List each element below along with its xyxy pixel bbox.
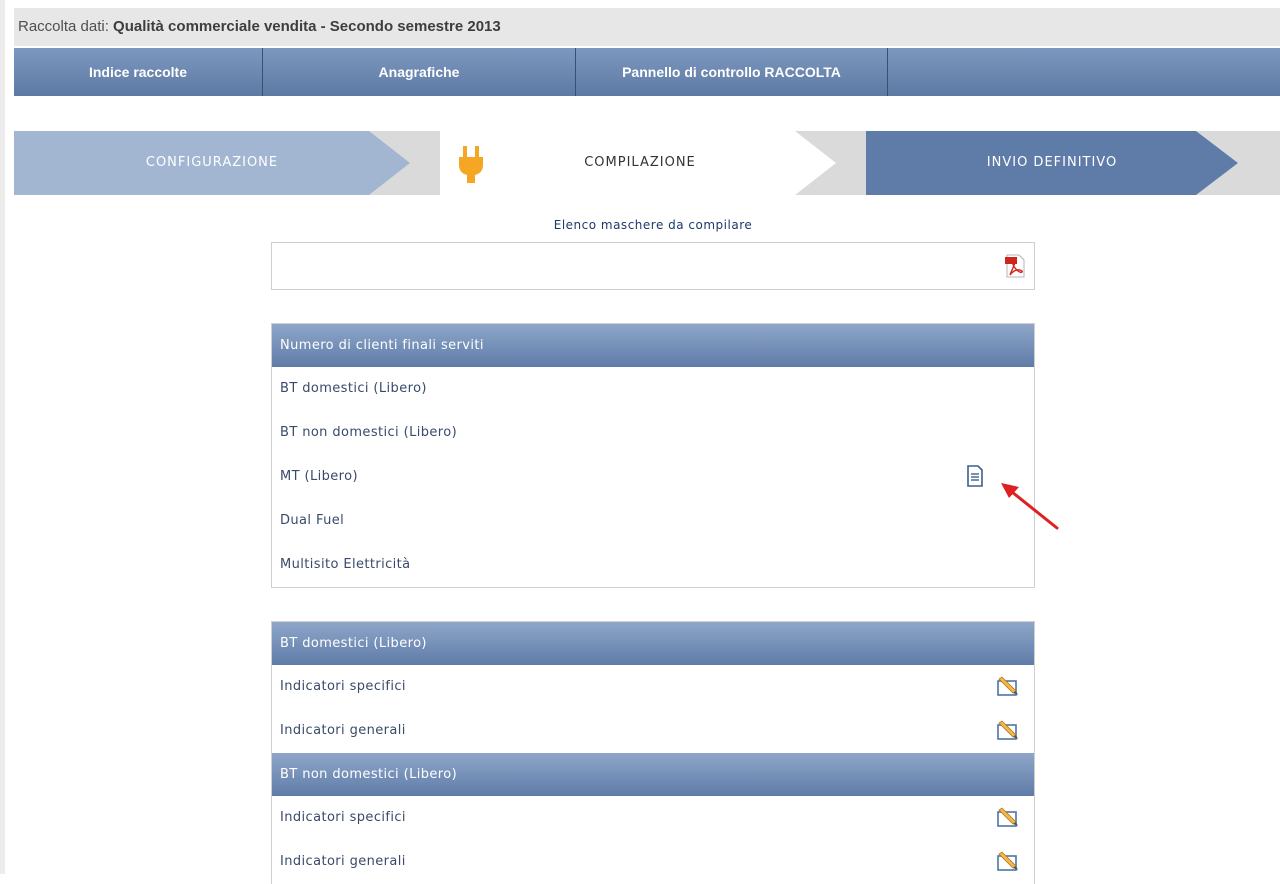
list-item-label: Indicatori specifici bbox=[280, 679, 406, 694]
list-item-label: Indicatori specifici bbox=[280, 810, 406, 825]
red-arrow-annotation bbox=[1001, 483, 1059, 530]
plug-icon bbox=[459, 146, 483, 183]
list-item[interactable]: MT (Libero) bbox=[272, 455, 1034, 499]
list-item-label: Indicatori generali bbox=[280, 854, 406, 869]
list-item[interactable]: Dual Fuel bbox=[272, 499, 1034, 543]
edit-icon[interactable] bbox=[996, 675, 1020, 697]
wizard-steps: CONFIGURAZIONE COMPILAZIONE INVIO DEFINI… bbox=[14, 131, 1280, 195]
list-item[interactable]: BT non domestici (Libero) bbox=[272, 411, 1034, 455]
list-item[interactable]: Multisito Elettricità bbox=[272, 543, 1034, 587]
panel-header: BT domestici (Libero) bbox=[272, 622, 1034, 665]
list-item[interactable]: BT domestici (Libero) bbox=[272, 367, 1034, 411]
list-item[interactable]: Indicatori specifici bbox=[272, 796, 1034, 840]
page-left-edge bbox=[0, 0, 5, 874]
list-item[interactable]: Indicatori generali bbox=[272, 709, 1034, 753]
nav-tab-indice-raccolte[interactable]: Indice raccolte bbox=[14, 48, 263, 96]
document-icon[interactable] bbox=[966, 465, 984, 487]
pdf-icon[interactable] bbox=[1004, 253, 1026, 279]
list-item-label: Dual Fuel bbox=[280, 513, 345, 528]
pdf-download-box bbox=[271, 242, 1035, 290]
step-configurazione[interactable]: CONFIGURAZIONE bbox=[14, 131, 410, 195]
step-compilazione[interactable]: COMPILAZIONE bbox=[440, 131, 836, 195]
nav-tab-pannello-controllo[interactable]: Pannello di controllo RACCOLTA bbox=[576, 48, 888, 96]
list-item-label: MT (Libero) bbox=[280, 469, 358, 484]
page-title: Raccolta dati: Qualità commerciale vendi… bbox=[18, 8, 1018, 46]
page-title-name: Qualità commerciale vendita - Secondo se… bbox=[113, 18, 501, 35]
list-item[interactable]: Indicatori specifici bbox=[272, 665, 1034, 709]
page-title-prefix: Raccolta dati: bbox=[18, 18, 114, 35]
edit-icon[interactable] bbox=[996, 806, 1020, 828]
panel-bt-domestici: BT domestici (Libero) Indicatori specifi… bbox=[271, 621, 1035, 884]
panel-header: BT non domestici (Libero) bbox=[272, 753, 1034, 796]
nav-tab-anagrafiche[interactable]: Anagrafiche bbox=[263, 48, 576, 96]
top-navigation: Indice raccolte Anagrafiche Pannello di … bbox=[14, 48, 1280, 96]
list-item[interactable]: Indicatori generali bbox=[272, 840, 1034, 884]
elenco-maschere-label: Elenco maschere da compilare bbox=[553, 218, 753, 232]
panel-numero-clienti: Numero di clienti finali serviti BT dome… bbox=[271, 323, 1035, 588]
edit-icon[interactable] bbox=[996, 850, 1020, 872]
panel-header: Numero di clienti finali serviti bbox=[272, 324, 1034, 367]
edit-icon[interactable] bbox=[996, 719, 1020, 741]
list-item-label: Multisito Elettricità bbox=[280, 557, 411, 572]
list-item-label: Indicatori generali bbox=[280, 723, 406, 738]
list-item-label: BT non domestici (Libero) bbox=[280, 425, 458, 440]
step-invio-definitivo[interactable]: INVIO DEFINITIVO bbox=[866, 131, 1238, 195]
list-item-label: BT domestici (Libero) bbox=[280, 381, 427, 396]
